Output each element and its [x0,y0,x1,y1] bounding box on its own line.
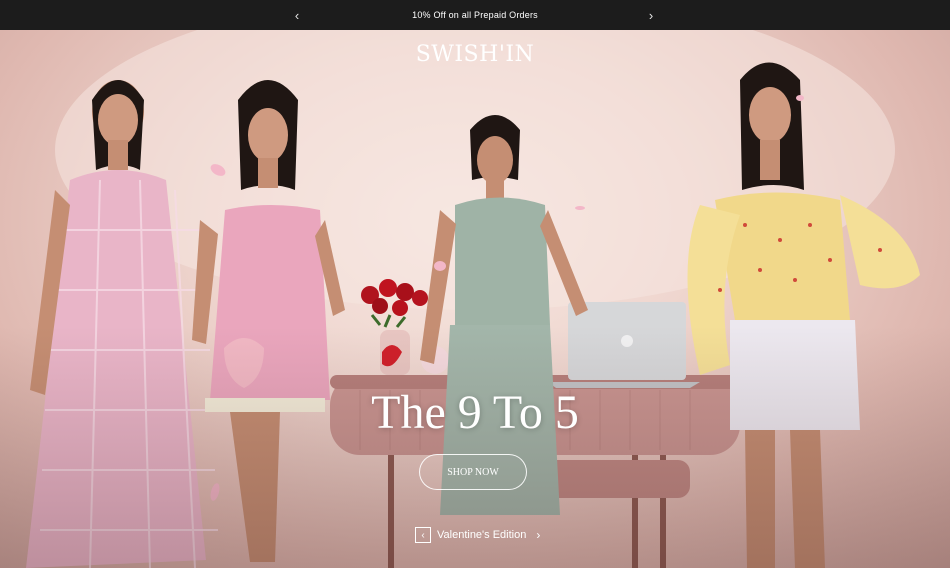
chevron-right-icon[interactable]: › [536,528,540,542]
collection-switcher: ‹ Valentine's Edition › [415,526,540,544]
announcement-text: 10% Off on all Prepaid Orders [412,10,538,20]
chevron-right-icon[interactable]: › [639,0,663,30]
hero-banner[interactable]: SWISH'IN The 9 To 5 SHOP NOW ‹ Valentine… [0,30,950,568]
announcement-bar: ‹ 10% Off on all Prepaid Orders › [0,0,950,30]
chevron-left-icon[interactable]: ‹ [285,0,309,30]
shop-now-button[interactable]: SHOP NOW [419,454,527,490]
brand-logo[interactable]: SWISH'IN [0,42,950,67]
chevron-left-icon[interactable]: ‹ [415,527,431,543]
hero-headline: The 9 To 5 [371,386,579,439]
page-bottom [0,568,950,584]
collection-label[interactable]: Valentine's Edition [437,529,526,541]
